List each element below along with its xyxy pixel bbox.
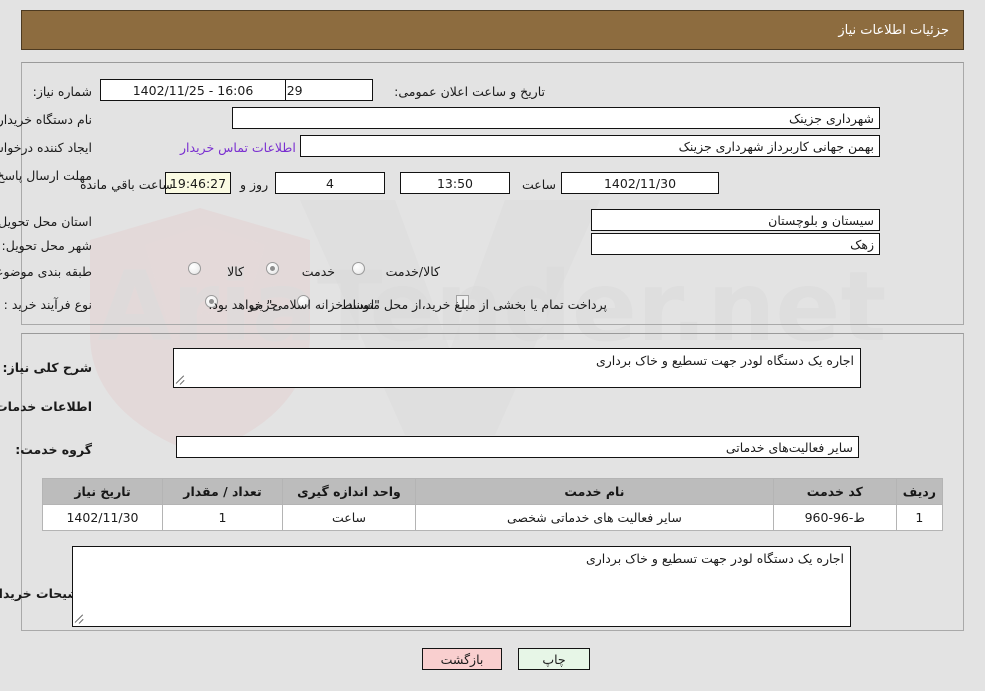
cell-name: سایر فعالیت های خدماتی شخصی (415, 504, 774, 531)
need-number-label: شماره نیاز: (32, 84, 92, 99)
buyer-org-label: نام دستگاه خریدار: (0, 112, 92, 127)
column-header-name: نام خدمت (415, 478, 774, 505)
delivery-city-label: شهر محل تحویل: (1, 238, 92, 253)
services-section-heading: اطلاعات خدمات مورد نیاز (0, 399, 92, 414)
purchase-process-label: نوع فرآیند خرید : (3, 297, 92, 312)
buyer-org-value: شهرداری جزینک (232, 107, 880, 129)
print-button[interactable]: چاپ (518, 648, 590, 670)
cell-code: ط-96-960 (772, 504, 897, 531)
window-title-bar: جزئیات اطلاعات نیاز (21, 10, 964, 50)
services-table: ردیف کد خدمت نام خدمت واحد اندازه گیری ت… (42, 478, 944, 531)
remaining-days-value: 4 (275, 172, 385, 194)
need-summary-value: اجاره یک دستگاه لودر جهت تسطیع و خاک برد… (595, 353, 854, 368)
radio-category-khedmat-label: خدمت (301, 264, 335, 279)
resize-grip-icon (175, 374, 188, 386)
column-header-unit: واحد اندازه گیری (282, 478, 416, 505)
page-root: AriaTender.net جزئیات اطلاعات نیاز شماره… (0, 0, 985, 691)
cell-qty: 1 (162, 504, 283, 531)
need-summary-textarea[interactable]: اجاره یک دستگاه لودر جهت تسطیع و خاک برد… (173, 348, 861, 388)
delivery-province-value: سیستان و بلوچستان (591, 209, 880, 231)
cell-unit: ساعت (282, 504, 416, 531)
public-announce-value: 16:06 - 1402/11/25 (100, 79, 286, 101)
service-group-value: سایر فعالیت‌های خدماتی (176, 436, 859, 458)
delivery-province-label: استان محل تحویل: (0, 214, 92, 229)
column-header-date: تاریخ نیاز (42, 478, 163, 505)
column-header-row: ردیف (895, 478, 944, 505)
column-header-code: کد خدمت (772, 478, 897, 505)
subject-category-label: طبقه بندی موضوعی: (0, 264, 92, 279)
cell-row: 1 (895, 504, 944, 531)
radio-category-kala-khedmat[interactable] (352, 262, 365, 275)
resize-grip-icon (74, 613, 87, 625)
buyer-contact-link[interactable]: اطلاعات تماس خریدار (180, 140, 296, 155)
deadline-hour-label: ساعت (522, 177, 557, 192)
islamic-treasury-bonds-text: پرداخت تمام یا بخشی از مبلغ خرید،از محل … (208, 297, 607, 312)
remaining-time-label: ساعت باقي مانده (80, 177, 173, 192)
buyer-notes-value: اجاره یک دستگاه لودر جهت تسطیع و خاک برد… (585, 551, 844, 566)
radio-category-kala-label: کالا (227, 264, 244, 279)
remaining-days-label: روز و (240, 177, 269, 192)
table-header-row: ردیف کد خدمت نام خدمت واحد اندازه گیری ت… (42, 478, 944, 505)
buyer-notes-textarea[interactable]: اجاره یک دستگاه لودر جهت تسطیع و خاک برد… (72, 546, 851, 627)
deadline-time-value: 13:50 (400, 172, 510, 194)
request-creator-label: ایجاد کننده درخواست: (0, 140, 92, 155)
radio-category-kala-khedmat-label: کالا/خدمت (385, 264, 440, 279)
table-row: 1 ط-96-960 سایر فعالیت های خدماتی شخصی س… (42, 504, 944, 531)
need-summary-label: شرح کلی نیاز: (2, 360, 92, 375)
cell-date: 1402/11/30 (42, 504, 163, 531)
column-header-qty: تعداد / مقدار (162, 478, 283, 505)
deadline-date-value: 1402/11/30 (561, 172, 719, 194)
delivery-city-value: زهک (591, 233, 880, 255)
radio-category-kala[interactable] (188, 262, 201, 275)
service-group-label: گروه خدمت: (15, 442, 92, 457)
public-announce-label: تاریخ و ساعت اعلان عمومی: (394, 84, 545, 99)
back-button[interactable]: بازگشت (422, 648, 502, 670)
radio-category-khedmat[interactable] (266, 262, 279, 275)
response-deadline-label: مهلت ارسال پاسخ: تا تاریخ: (0, 168, 92, 183)
page-title: جزئیات اطلاعات نیاز (838, 22, 949, 38)
remaining-time-countdown: 19:46:27 (165, 172, 231, 194)
request-creator-value: بهمن جهانی کاربرداز شهرداری جزینک (300, 135, 880, 157)
